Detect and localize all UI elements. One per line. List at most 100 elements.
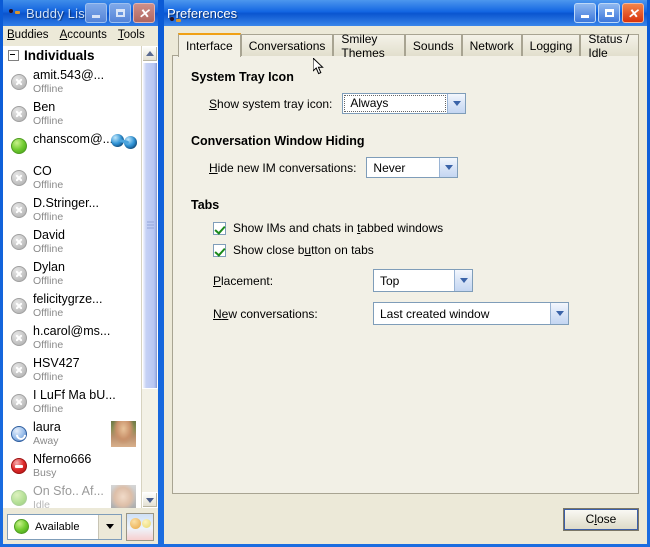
buddy-list-item[interactable]: Ben Offline [3,98,141,130]
field-show-tray-icon: Show system tray icon: Always [209,93,624,114]
scrollbar-track[interactable] [142,61,158,492]
tab-smiley-themes[interactable]: Smiley Themes [333,32,405,60]
buddy-text: felicitygrze... Offline [33,291,139,320]
tab-logging[interactable]: Logging [521,34,581,56]
status-offline-icon [11,297,27,314]
checkbox-tabbed-windows[interactable] [213,221,226,235]
tab-sounds[interactable]: Sounds [404,34,462,56]
buddy-list-item[interactable]: CO Offline [3,162,141,194]
buddy-list-scrollbar[interactable] [141,45,158,508]
buddy-text: CO Offline [33,163,139,192]
buddy-name: D.Stringer... [33,195,99,210]
buddy-list-item[interactable]: David Offline [3,226,141,258]
section-heading-system-tray: System Tray Icon [191,70,294,84]
buddy-list[interactable]: Individuals amit.543@... Offline Ben Offlin… [3,45,141,508]
chevron-down-icon[interactable] [447,94,466,113]
combo-hide-new-ims-value: Never [373,160,406,175]
combo-show-tray-icon-value: Always [344,95,447,112]
buddy-status: Offline [33,370,64,383]
buddy-text: David Offline [33,227,139,256]
collapse-expander-icon[interactable] [8,49,19,61]
tab-conversations[interactable]: Conversations [240,34,334,56]
tab-network[interactable]: Network [461,34,522,56]
buddy-text: Dylan Offline [33,259,139,288]
avatar [110,419,137,448]
maximize-button[interactable] [109,3,131,23]
menu-accounts[interactable]: Accounts [60,29,107,41]
buddy-list-item[interactable]: h.carol@ms... Offline [3,322,141,354]
buddy-list-item[interactable]: Nferno666 Busy [3,450,141,482]
chevron-down-icon[interactable] [454,270,472,291]
tab-label: Sounds [412,38,454,53]
status-offline-icon [11,329,27,346]
combo-new-conversations[interactable]: Last created window [373,302,569,325]
account-avatar-button[interactable] [126,512,154,541]
close-button[interactable]: Cl ose [563,507,639,531]
preferences-titlebar[interactable]: Preferences ✕ [164,0,647,26]
status-offline-icon [11,73,27,90]
buddy-list-item[interactable]: D.Stringer... Offline [3,194,141,226]
status-selector-value: Available [35,520,80,533]
chevron-down-icon[interactable] [550,303,568,324]
tab-label: Conversations [248,38,326,53]
minimize-button[interactable] [574,3,596,23]
maximize-button[interactable] [598,3,620,23]
buddy-list-body: Buddies Accounts Tools Individuals amit.… [3,26,158,544]
buddy-list-item[interactable]: I LuFf Ma bU... Offline [3,386,141,418]
combo-placement[interactable]: Top [373,269,473,292]
checkbox-row-tabbed-windows[interactable]: Show IMs and chats in tabbed windows [213,221,624,235]
buddy-list-scroll-area: Individuals amit.543@... Offline Ben Offlin… [3,44,158,508]
buddy-list-statusbar: Available [3,508,158,544]
buddy-text: Nferno666 Busy [33,451,139,480]
chevron-down-icon[interactable] [439,158,458,177]
scroll-down-button[interactable] [142,492,158,508]
combo-hide-new-ims[interactable]: Never [366,157,459,178]
close-button[interactable]: ✕ [622,3,644,23]
buddy-status: Offline [33,338,64,351]
scrollbar-grip-icon [147,221,154,229]
checkbox-close-button-on-tabs[interactable] [213,243,226,257]
buddy-list-item[interactable]: laura Away [3,418,141,450]
tab-interface[interactable]: Interface [178,33,241,57]
menu-tools[interactable]: Tools [118,29,145,41]
scroll-up-button[interactable] [142,45,158,62]
buddy-name: CO [33,163,52,178]
buddy-list-item[interactable]: chanscom@... [3,130,141,162]
buddy-status: Offline [33,242,64,255]
buddy-name: Ben [33,99,56,114]
field-placement: Placement: Top [213,269,624,292]
status-selector[interactable]: Available [7,513,122,540]
buddy-list-item[interactable]: On Sfo.. Af... Idle [3,482,141,508]
minimize-button[interactable] [85,3,107,23]
label-show-tray-icon: Show system tray icon: [209,96,333,111]
menu-buddies[interactable]: Buddies [7,29,49,41]
status-offline-icon [11,265,27,282]
preferences-tabstrip: Interface Conversations Smiley Themes Sound… [172,32,639,60]
buddy-list-item[interactable]: Dylan Offline [3,258,141,290]
status-selector-dropdown-arrow[interactable] [98,514,121,539]
close-button[interactable]: ✕ [133,3,155,23]
buddy-text: amit.543@... Offline [33,67,139,96]
scrollbar-thumb[interactable] [142,61,158,389]
buddy-list-item[interactable]: HSV427 Offline [3,354,141,386]
buddy-list-item[interactable]: amit.543@... Offline [3,66,141,98]
field-new-conversations: New conversations: Last created window [213,302,624,325]
combo-show-tray-icon[interactable]: Always [342,93,467,114]
label-placement: Placement: [213,273,274,288]
section-heading-tabs: Tabs [191,198,220,212]
tab-status-idle[interactable]: Status / Idle [580,32,639,60]
buddy-list-titlebar[interactable]: Buddy List ✕ [3,0,158,26]
im-conversation-icon [111,133,137,149]
preferences-window-controls: ✕ [574,3,647,23]
buddy-name: HSV427 [33,355,80,370]
label-tabbed-windows: Show IMs and chats in tabbed windows [233,221,444,235]
checkbox-row-close-button[interactable]: Show close button on tabs [213,243,624,257]
combo-new-conversations-value: Last created window [380,306,490,321]
status-offline-icon [11,201,27,218]
tab-label: Logging [529,38,573,53]
buddy-status: Offline [33,274,64,287]
buddy-list-item[interactable]: felicitygrze... Offline [3,290,141,322]
buddy-name: Nferno666 [33,451,92,466]
buddy-group-individuals[interactable]: Individuals [3,46,141,66]
status-offline-icon [11,233,27,250]
